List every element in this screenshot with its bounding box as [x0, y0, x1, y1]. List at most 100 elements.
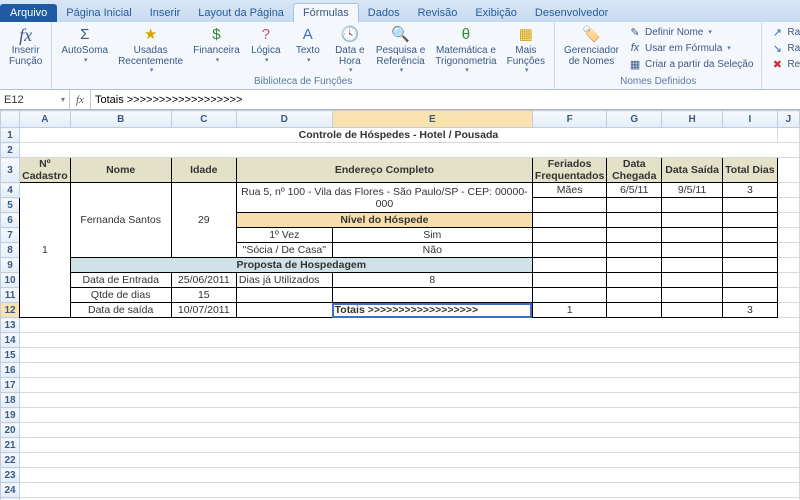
trace-dependents-button[interactable]: ↘Rastrear Dependentes — [768, 40, 800, 56]
row-1[interactable]: 1 — [1, 128, 20, 143]
cell-diasutil-val[interactable]: 8 — [332, 273, 532, 288]
cell-totais[interactable]: Totais >>>>>>>>>>>>>>>>>> — [332, 303, 532, 318]
cell-feriado[interactable]: Mães — [532, 183, 606, 198]
cell-nome[interactable]: Fernanda Santos — [70, 183, 171, 258]
row-22[interactable]: 22 — [1, 453, 20, 468]
hdr-nome[interactable]: Nome — [70, 158, 171, 183]
row-17[interactable]: 17 — [1, 378, 20, 393]
logical-button[interactable]: ?Lógica — [247, 24, 285, 65]
tab-dev[interactable]: Desenvolvedor — [526, 4, 617, 22]
col-H[interactable]: H — [662, 111, 723, 128]
cell-chegada[interactable]: 6/5/11 — [607, 183, 662, 198]
tab-review[interactable]: Revisão — [409, 4, 467, 22]
row-5[interactable]: 5 — [1, 198, 20, 213]
hdr-endereco[interactable]: Endereço Completo — [236, 158, 532, 183]
more-fn-button[interactable]: ▦Mais Funções — [504, 24, 548, 75]
cell-1vez-label[interactable]: 1º Vez — [236, 228, 332, 243]
date-button[interactable]: 🕓Data e Hora — [331, 24, 369, 75]
remove-arrows-button[interactable]: ✖Remover Setas — [768, 56, 800, 72]
row-24[interactable]: 24 — [1, 483, 20, 498]
row-9[interactable]: 9 — [1, 258, 20, 273]
name-box[interactable]: E12▾ — [0, 90, 70, 109]
create-from-sel-button[interactable]: ▦Criar a partir da Seleção — [626, 56, 755, 72]
row-4[interactable]: 4 — [1, 183, 20, 198]
cell-entrada-val[interactable]: 25/06/2011 — [171, 273, 236, 288]
row-12[interactable]: 12 — [1, 303, 20, 318]
spreadsheet-grid[interactable]: A B C D E F G H I J 1 Controle de Hósped… — [0, 110, 800, 500]
row-3[interactable]: 3 — [1, 158, 20, 183]
trace-precedents-button[interactable]: ↗Rastrear Precedentes — [768, 24, 800, 40]
row-13[interactable]: 13 — [1, 318, 20, 333]
chevron-down-icon[interactable]: ▾ — [61, 95, 65, 104]
tab-file[interactable]: Arquivo — [0, 4, 57, 22]
band-proposta[interactable]: Proposta de Hospedagem — [70, 258, 532, 273]
row-2[interactable]: 2 — [1, 143, 20, 158]
define-name-button[interactable]: ✎Definir Nome — [626, 24, 755, 40]
row-21[interactable]: 21 — [1, 438, 20, 453]
cell-total-f[interactable]: 1 — [532, 303, 606, 318]
row-16[interactable]: 16 — [1, 363, 20, 378]
cell-1vez-val[interactable]: Sim — [332, 228, 532, 243]
row-18[interactable]: 18 — [1, 393, 20, 408]
row-6[interactable]: 6 — [1, 213, 20, 228]
cell-idade[interactable]: 29 — [171, 183, 236, 258]
cell-socia-val[interactable]: Não — [332, 243, 532, 258]
cell-qtde-val[interactable]: 15 — [171, 288, 236, 303]
col-D[interactable]: D — [236, 111, 332, 128]
sheet-title[interactable]: Controle de Hóspedes - Hotel / Pousada — [20, 128, 778, 143]
cell-dias[interactable]: 3 — [722, 183, 777, 198]
row-15[interactable]: 15 — [1, 348, 20, 363]
hdr-feriados[interactable]: Feriados Frequentados — [532, 158, 606, 183]
financial-button[interactable]: $Financeira — [190, 24, 243, 65]
row-14[interactable]: 14 — [1, 333, 20, 348]
cell-entrada-label[interactable]: Data de Entrada — [70, 273, 171, 288]
row-7[interactable]: 7 — [1, 228, 20, 243]
row-20[interactable]: 20 — [1, 423, 20, 438]
autosum-button[interactable]: ΣAutoSoma — [58, 24, 111, 65]
hdr-cadastro[interactable]: Nº Cadastro — [20, 158, 71, 183]
cell-qtde-label[interactable]: Qtde de dias — [70, 288, 171, 303]
cell-saida2-val[interactable]: 10/07/2011 — [171, 303, 236, 318]
select-all-corner[interactable] — [1, 111, 20, 128]
cell-total-i[interactable]: 3 — [722, 303, 777, 318]
cell-saida[interactable]: 9/5/11 — [662, 183, 723, 198]
insert-function-button[interactable]: fx Inserir Função — [6, 24, 45, 68]
col-E[interactable]: E — [332, 111, 532, 128]
row-10[interactable]: 10 — [1, 273, 20, 288]
col-J[interactable]: J — [777, 111, 799, 128]
text-button[interactable]: ATexto — [289, 24, 327, 65]
tab-insert[interactable]: Inserir — [141, 4, 190, 22]
col-B[interactable]: B — [70, 111, 171, 128]
recent-button[interactable]: ★Usadas Recentemente — [115, 24, 186, 75]
col-A[interactable]: A — [20, 111, 71, 128]
math-button[interactable]: θMatemática e Trigonometria — [432, 24, 499, 75]
tab-view[interactable]: Exibição — [466, 4, 526, 22]
col-F[interactable]: F — [532, 111, 606, 128]
hdr-chegada[interactable]: Data Chegada — [607, 158, 662, 183]
hdr-saida[interactable]: Data Saída — [662, 158, 723, 183]
hdr-dias[interactable]: Total Dias — [722, 158, 777, 183]
col-G[interactable]: G — [607, 111, 662, 128]
tab-formulas[interactable]: Fórmulas — [293, 3, 359, 22]
cell-cadastro[interactable]: 1 — [20, 183, 71, 318]
col-C[interactable]: C — [171, 111, 236, 128]
lookup-button[interactable]: 🔍Pesquisa e Referência — [373, 24, 428, 75]
band-nivel[interactable]: Nível do Hóspede — [236, 213, 532, 228]
use-in-formula-button[interactable]: fxUsar em Fórmula — [626, 40, 755, 56]
row-11[interactable]: 11 — [1, 288, 20, 303]
cell-socia-label[interactable]: "Sócia / De Casa" — [236, 243, 332, 258]
cell-saida2-label[interactable]: Data de saída — [70, 303, 171, 318]
cell-diasutil-label[interactable]: Dias já Utilizados — [236, 273, 332, 288]
name-manager-button[interactable]: 🏷️Gerenciador de Nomes — [561, 24, 622, 68]
tab-layout[interactable]: Layout da Página — [189, 4, 293, 22]
fx-icon[interactable]: fx — [70, 90, 91, 109]
formula-input[interactable] — [91, 90, 800, 109]
row-8[interactable]: 8 — [1, 243, 20, 258]
row-19[interactable]: 19 — [1, 408, 20, 423]
hdr-idade[interactable]: Idade — [171, 158, 236, 183]
tab-home[interactable]: Página Inicial — [57, 4, 140, 22]
row-23[interactable]: 23 — [1, 468, 20, 483]
tab-data[interactable]: Dados — [359, 4, 409, 22]
col-I[interactable]: I — [722, 111, 777, 128]
cell-endereco[interactable]: Rua 5, nº 100 - Vila das Flores - São Pa… — [236, 183, 532, 213]
